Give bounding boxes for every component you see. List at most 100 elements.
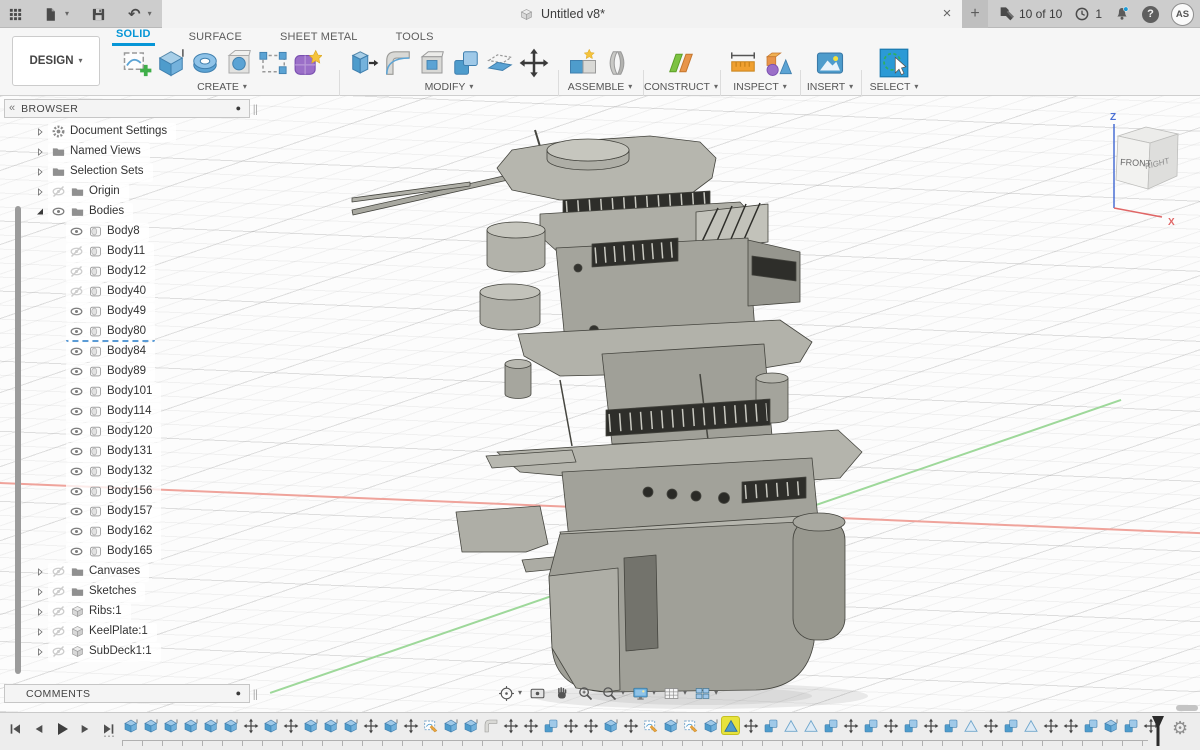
press-pull-icon[interactable] xyxy=(349,48,379,78)
joint-icon[interactable] xyxy=(602,48,632,78)
browser-tree-row[interactable]: Ribs:1 xyxy=(0,602,176,622)
tree-item-label[interactable]: Body165 xyxy=(107,545,152,557)
browser-tree-row[interactable]: Body131 xyxy=(0,442,176,462)
tree-item-label[interactable]: Body156 xyxy=(107,485,152,497)
file-menu-icon[interactable] xyxy=(43,7,58,22)
browser-tree-row[interactable]: Body157 xyxy=(0,502,176,522)
timeline-feature-icon[interactable] xyxy=(802,717,819,734)
timeline-feature-icon[interactable] xyxy=(362,717,379,734)
tree-expand-arrow-icon[interactable] xyxy=(52,326,64,338)
create-group-label[interactable]: CREATE▾ xyxy=(108,81,336,93)
tree-expand-arrow-icon[interactable] xyxy=(34,166,46,178)
help-icon[interactable]: ? xyxy=(1142,6,1159,23)
tree-item-label[interactable]: Sketches xyxy=(89,585,136,597)
tree-item-label[interactable]: KeelPlate:1 xyxy=(89,625,148,637)
measure-icon[interactable] xyxy=(728,48,758,78)
browser-tree-row[interactable]: Named Views xyxy=(0,142,176,162)
browser-tree-row[interactable]: Body114 xyxy=(0,402,176,422)
analysis-icon[interactable] xyxy=(762,48,792,78)
tree-item-label[interactable]: Ribs:1 xyxy=(89,605,122,617)
browser-tree-row[interactable]: Body11 xyxy=(0,242,176,262)
browser-tree-row[interactable]: Body89 xyxy=(0,362,176,382)
view-cube[interactable]: Z X FRONT RIGHT xyxy=(1098,104,1198,234)
visibility-eye-icon[interactable] xyxy=(51,204,66,219)
timeline-feature-icon[interactable] xyxy=(942,717,959,734)
visibility-eye-icon[interactable] xyxy=(69,344,84,359)
visibility-eye-icon[interactable] xyxy=(69,244,84,259)
visibility-eye-icon[interactable] xyxy=(69,504,84,519)
assemble-group-label[interactable]: ASSEMBLE▾ xyxy=(560,81,640,93)
save-icon[interactable] xyxy=(91,7,106,22)
tree-expand-arrow-icon[interactable] xyxy=(34,586,46,598)
browser-tree-row[interactable]: Canvases xyxy=(0,562,176,582)
browser-tree-row[interactable]: Body162 xyxy=(0,522,176,542)
timeline-feature-icon[interactable] xyxy=(762,717,779,734)
ribbon-tab[interactable]: SURFACE xyxy=(185,29,246,46)
timeline-feature-icon[interactable] xyxy=(422,717,439,734)
timeline-feature-icon[interactable] xyxy=(962,717,979,734)
browser-tree-row[interactable]: Body49 xyxy=(0,302,176,322)
visibility-eye-icon[interactable] xyxy=(51,624,66,639)
timeline-feature-icon[interactable] xyxy=(682,717,699,734)
browser-tree-row[interactable]: Sketches xyxy=(0,582,176,602)
fillet-icon[interactable] xyxy=(383,48,413,78)
timeline-feature-icon[interactable] xyxy=(862,717,879,734)
tree-expand-arrow-icon[interactable] xyxy=(52,466,64,478)
tree-item-label[interactable]: Selection Sets xyxy=(70,165,144,177)
tree-item-label[interactable]: Body132 xyxy=(107,465,152,477)
tree-expand-arrow-icon[interactable] xyxy=(52,366,64,378)
timeline-overflow-ellipsis[interactable]: ⋯ xyxy=(103,729,115,743)
move-copy-icon[interactable] xyxy=(519,48,549,78)
visibility-eye-icon[interactable] xyxy=(51,564,66,579)
inspect-group-label[interactable]: INSPECT▾ xyxy=(722,81,798,93)
visibility-eye-icon[interactable] xyxy=(69,524,84,539)
comments-drag-grip[interactable]: || xyxy=(253,688,258,700)
skip-to-start-icon[interactable] xyxy=(8,721,24,737)
tree-expand-arrow-icon[interactable] xyxy=(34,646,46,658)
pattern-icon[interactable] xyxy=(258,48,288,78)
tree-item-label[interactable]: Origin xyxy=(89,185,120,197)
tree-expand-arrow-icon[interactable] xyxy=(34,126,46,138)
model-base-hull[interactable] xyxy=(549,513,845,692)
step-back-icon[interactable] xyxy=(31,721,47,737)
grid-settings-icon[interactable] xyxy=(663,685,680,702)
tree-item-label[interactable]: Body8 xyxy=(107,225,140,237)
create-form-icon[interactable] xyxy=(292,48,322,78)
play-icon[interactable] xyxy=(54,721,70,737)
tree-item-label[interactable]: Body80 xyxy=(107,325,146,337)
ribbon-tab[interactable]: SHEET METAL xyxy=(276,29,362,46)
browser-tree-row[interactable]: Body132 xyxy=(0,462,176,482)
tree-item-label[interactable]: Bodies xyxy=(89,205,124,217)
tree-expand-arrow-icon[interactable] xyxy=(52,286,64,298)
visibility-eye-icon[interactable] xyxy=(69,224,84,239)
timeline-feature-icon[interactable] xyxy=(222,717,239,734)
timeline-feature-icon[interactable] xyxy=(642,717,659,734)
timeline-feature-icon[interactable] xyxy=(822,717,839,734)
hole-icon[interactable] xyxy=(224,48,254,78)
tree-item-label[interactable]: Body120 xyxy=(107,425,152,437)
tree-expand-arrow-icon[interactable] xyxy=(34,206,46,218)
timeline-feature-icon[interactable] xyxy=(502,717,519,734)
timeline-feature-icon[interactable] xyxy=(1022,717,1039,734)
tree-expand-arrow-icon[interactable] xyxy=(34,606,46,618)
document-tab[interactable]: Untitled v8* × xyxy=(162,0,962,28)
timeline-feature-icon[interactable] xyxy=(542,717,559,734)
timeline-feature-icon[interactable] xyxy=(262,717,279,734)
tree-expand-arrow-icon[interactable] xyxy=(52,546,64,558)
timeline-feature-icon[interactable] xyxy=(202,717,219,734)
avatar[interactable]: AS xyxy=(1171,3,1194,26)
ribbon-tab[interactable]: SOLID xyxy=(112,26,155,46)
browser-tree-row[interactable]: Body101 xyxy=(0,382,176,402)
timeline-feature-icon[interactable] xyxy=(662,717,679,734)
tree-item-label[interactable]: Body101 xyxy=(107,385,152,397)
select-group-label[interactable]: SELECT▾ xyxy=(863,81,925,93)
timeline-scrollbar[interactable] xyxy=(1176,705,1198,711)
workspace-switcher[interactable]: DESIGN ▾ xyxy=(12,36,100,86)
history-clock-icon[interactable] xyxy=(1074,6,1090,22)
tree-expand-arrow-icon[interactable] xyxy=(52,306,64,318)
timeline-feature-icon[interactable] xyxy=(782,717,799,734)
tree-expand-arrow-icon[interactable] xyxy=(34,626,46,638)
tree-item-label[interactable]: Body157 xyxy=(107,505,152,517)
tree-expand-arrow-icon[interactable] xyxy=(52,406,64,418)
revolve-icon[interactable] xyxy=(190,48,220,78)
